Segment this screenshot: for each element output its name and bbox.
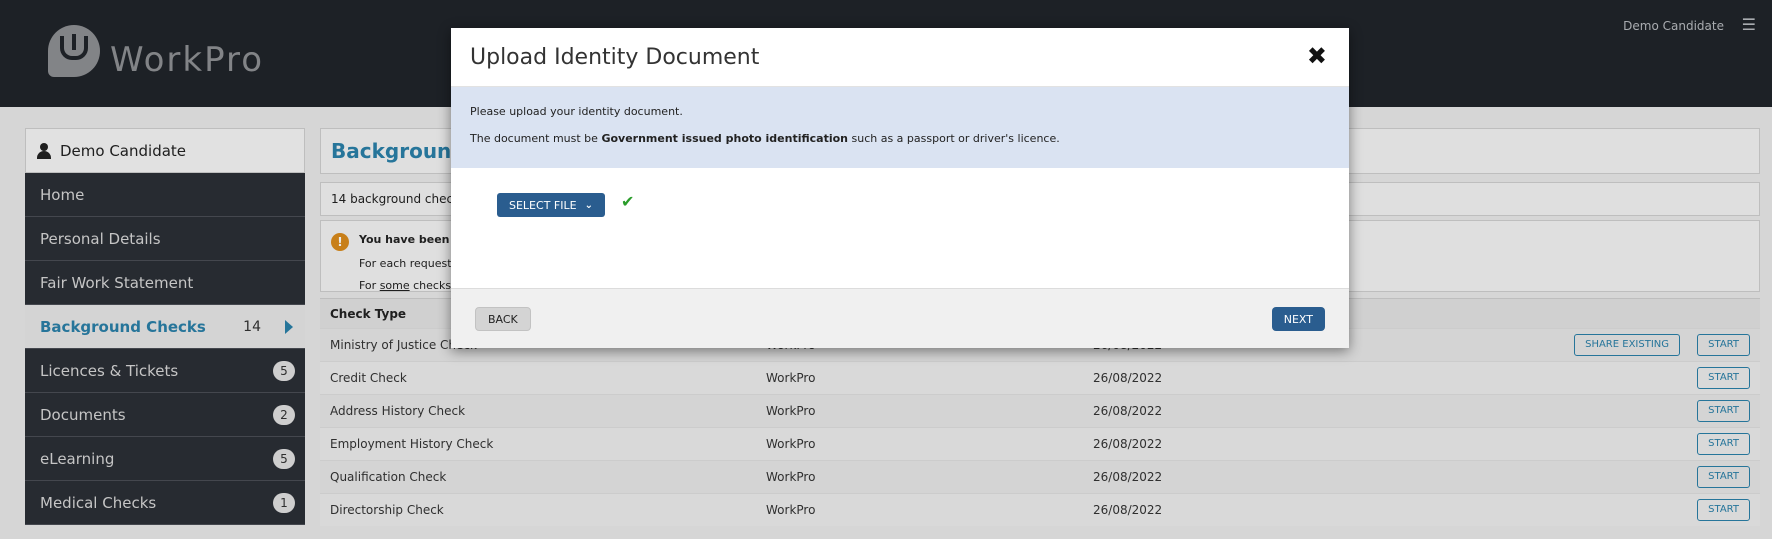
next-button[interactable]: NEXT bbox=[1271, 307, 1325, 331]
info-line-1: Please upload your identity document. bbox=[470, 105, 683, 118]
checkmark-icon: ✔ bbox=[621, 192, 635, 211]
close-icon[interactable]: ✖ bbox=[1307, 42, 1327, 70]
chevron-down-icon: ⌄ bbox=[584, 199, 593, 211]
modal-body: SELECT FILE ⌄ ✔ bbox=[451, 168, 1349, 288]
modal-header: Upload Identity Document ✖ bbox=[451, 28, 1349, 87]
info-line-2: The document must be Government issued p… bbox=[470, 132, 1060, 145]
select-file-label: SELECT FILE bbox=[509, 198, 577, 212]
modal-footer: BACK NEXT bbox=[451, 288, 1349, 348]
modal-title: Upload Identity Document bbox=[470, 44, 760, 70]
back-button[interactable]: BACK bbox=[475, 307, 531, 331]
select-file-button[interactable]: SELECT FILE ⌄ bbox=[497, 193, 605, 217]
modal-info-panel: Please upload your identity document. Th… bbox=[451, 87, 1349, 168]
upload-identity-modal: Upload Identity Document ✖ Please upload… bbox=[451, 28, 1349, 348]
